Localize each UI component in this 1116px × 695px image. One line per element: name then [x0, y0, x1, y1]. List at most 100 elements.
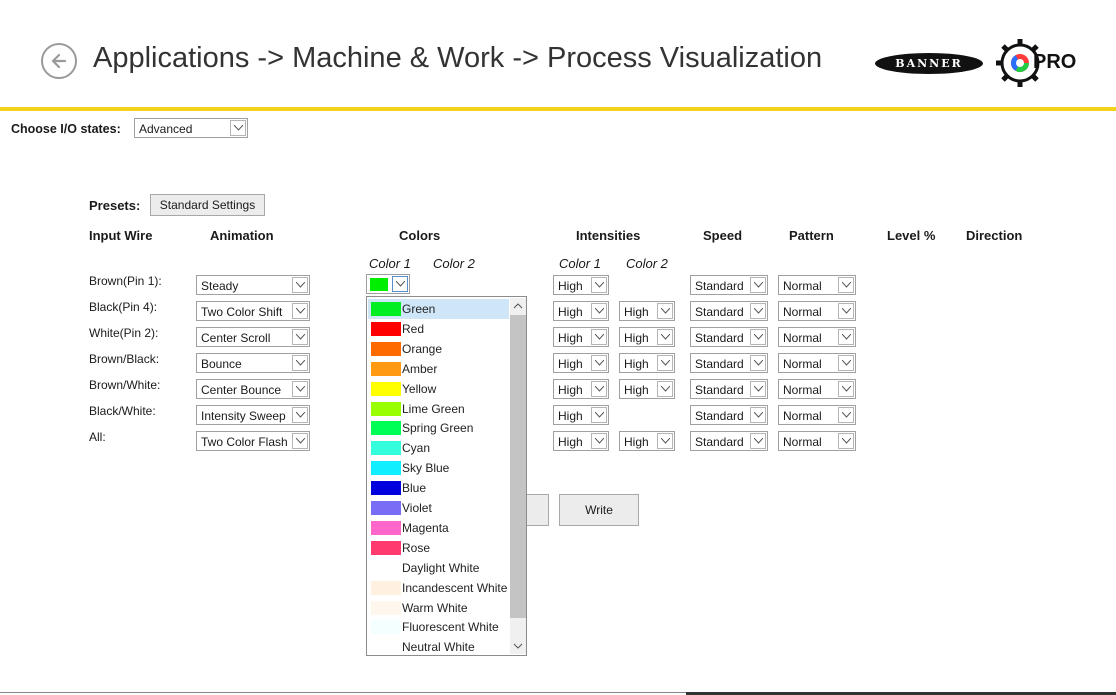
animation-select-value: Steady — [201, 279, 239, 293]
chevron-down-icon — [838, 355, 854, 371]
animation-select-value: Two Color Shift — [201, 305, 283, 319]
scroll-up-icon[interactable] — [510, 298, 526, 314]
intensity1-select[interactable]: High — [553, 275, 609, 295]
animation-select[interactable]: Intensity Sweep — [196, 405, 310, 425]
pattern-select[interactable]: Normal — [778, 405, 856, 425]
color-option[interactable]: Daylight White — [368, 558, 509, 578]
animation-select[interactable]: Bounce — [196, 353, 310, 373]
input-wire-label: White(Pin 2): — [89, 326, 159, 340]
scrollbar[interactable] — [510, 298, 526, 654]
intensity2-select[interactable]: High — [619, 327, 675, 347]
animation-select[interactable]: Two Color Flash — [196, 431, 310, 451]
intensity2-select-value: High — [624, 357, 649, 371]
pattern-select[interactable]: Normal — [778, 275, 856, 295]
chevron-down-icon — [591, 407, 607, 423]
color-swatch — [371, 381, 401, 396]
write-button[interactable]: Write — [559, 494, 639, 526]
animation-select[interactable]: Center Bounce — [196, 379, 310, 399]
color-swatch — [371, 600, 401, 615]
color-option[interactable]: Orange — [368, 339, 509, 359]
col-animation: Animation — [210, 228, 274, 243]
chevron-down-icon — [292, 381, 308, 397]
chevron-down-icon — [392, 276, 408, 292]
intensity1-select[interactable]: High — [553, 301, 609, 321]
pattern-select-value: Normal — [783, 383, 822, 397]
chevron-down-icon — [591, 329, 607, 345]
color-option[interactable]: Lime Green — [368, 399, 509, 419]
speed-select[interactable]: Standard — [690, 431, 768, 451]
color-option[interactable]: Amber — [368, 359, 509, 379]
chevron-down-icon — [230, 120, 246, 136]
col-input-wire: Input Wire — [89, 228, 153, 243]
animation-select-value: Intensity Sweep — [201, 409, 286, 423]
input-wire-label: Black(Pin 4): — [89, 300, 158, 314]
header-divider — [0, 107, 1116, 111]
color-option-label: Sky Blue — [402, 461, 450, 476]
color-option[interactable]: Blue — [368, 478, 509, 498]
color-option[interactable]: Violet — [368, 498, 509, 518]
color-option[interactable]: Sky Blue — [368, 458, 509, 478]
intensity1-select[interactable]: High — [553, 405, 609, 425]
color-option[interactable]: Spring Green — [368, 418, 509, 438]
intensity1-select[interactable]: High — [553, 379, 609, 399]
intensity1-select[interactable]: High — [553, 431, 609, 451]
back-arrow-icon — [51, 53, 67, 69]
color-option[interactable]: Magenta — [368, 518, 509, 538]
standard-settings-button[interactable]: Standard Settings — [150, 194, 265, 216]
chevron-down-icon — [657, 433, 673, 449]
color-swatch — [371, 501, 401, 515]
intensity2-select[interactable]: High — [619, 353, 675, 373]
pattern-select[interactable]: Normal — [778, 327, 856, 347]
color-swatch — [371, 640, 401, 655]
color-option-label: Incandescent White — [402, 580, 508, 595]
speed-select[interactable]: Standard — [690, 405, 768, 425]
chevron-down-icon — [750, 407, 766, 423]
page-title: Applications -> Machine & Work -> Proces… — [93, 42, 823, 74]
input-wire-label: Brown/White: — [89, 378, 161, 392]
color-option[interactable]: Fluorescent White — [368, 617, 509, 637]
color-option-label: Violet — [402, 501, 432, 515]
color-option[interactable]: Rose — [368, 538, 509, 558]
color-dropdown-list[interactable]: Green Red Orange Amber Yellow Lime Green Sprin… — [366, 296, 527, 656]
speed-select[interactable]: Standard — [690, 301, 768, 321]
back-button[interactable] — [41, 43, 77, 79]
pattern-select[interactable]: Normal — [778, 301, 856, 321]
pattern-select[interactable]: Normal — [778, 379, 856, 399]
color-option[interactable]: Warm White — [368, 598, 509, 618]
row1-color1-select[interactable] — [366, 274, 410, 294]
chevron-down-icon — [750, 433, 766, 449]
intensity2-select[interactable]: High — [619, 301, 675, 321]
intensity1-select[interactable]: High — [553, 353, 609, 373]
animation-select-value: Bounce — [201, 357, 242, 371]
color-option[interactable]: Cyan — [368, 438, 509, 458]
io-states-select[interactable]: Advanced — [134, 118, 248, 138]
intensity-color2-header: Color 2 — [626, 256, 668, 271]
pattern-select[interactable]: Normal — [778, 431, 856, 451]
color-option-label: Orange — [402, 341, 443, 356]
chevron-down-icon — [591, 277, 607, 293]
intensity2-select[interactable]: High — [619, 431, 675, 451]
color-option[interactable]: Red — [368, 319, 509, 339]
color-option[interactable]: Neutral White — [368, 637, 509, 655]
animation-select[interactable]: Steady — [196, 275, 310, 295]
scroll-down-icon[interactable] — [510, 638, 526, 654]
color-option[interactable]: Incandescent White — [368, 578, 509, 598]
speed-select[interactable]: Standard — [690, 353, 768, 373]
chevron-down-icon — [838, 433, 854, 449]
input-wire-label: Brown/Black: — [89, 352, 160, 366]
intensity2-select-value: High — [624, 305, 649, 319]
color-option[interactable]: Green — [368, 299, 509, 319]
speed-select[interactable]: Standard — [690, 275, 768, 295]
color-option[interactable]: Yellow — [368, 379, 509, 399]
color-swatch — [370, 278, 388, 291]
animation-select[interactable]: Two Color Shift — [196, 301, 310, 321]
color-option-label: Blue — [402, 481, 427, 496]
intensity2-select[interactable]: High — [619, 379, 675, 399]
intensity1-select[interactable]: High — [553, 327, 609, 347]
speed-select[interactable]: Standard — [690, 379, 768, 399]
chevron-down-icon — [838, 329, 854, 345]
animation-select[interactable]: Center Scroll — [196, 327, 310, 347]
speed-select[interactable]: Standard — [690, 327, 768, 347]
pattern-select[interactable]: Normal — [778, 353, 856, 373]
scrollbar-thumb[interactable] — [510, 315, 526, 618]
